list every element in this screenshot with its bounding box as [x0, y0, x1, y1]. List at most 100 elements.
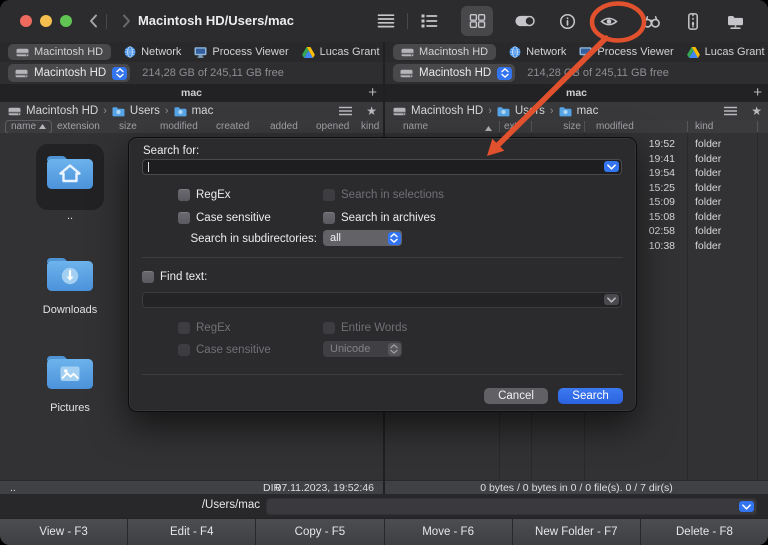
- drive-selector[interactable]: Macintosh HD: [393, 64, 515, 82]
- tab-lucas-grant[interactable]: Lucas Grant: [687, 46, 765, 58]
- cell-kind: folder: [695, 153, 721, 165]
- binoculars-icon[interactable]: [641, 9, 661, 33]
- breadcrumb-item[interactable]: mac: [577, 105, 599, 117]
- add-tab-button[interactable]: +: [368, 84, 377, 102]
- breadcrumb-item[interactable]: mac: [192, 105, 214, 117]
- file-manager-window: Macintosh HD/Users/mac Macintosh HD Netwo…: [0, 0, 768, 545]
- column-divider[interactable]: [531, 121, 532, 132]
- fkey-button-f4[interactable]: Edit - F4: [128, 519, 256, 545]
- view-menu-icon[interactable]: [339, 106, 352, 116]
- column-header-ext[interactable]: ext: [504, 121, 517, 132]
- fkey-button-f5[interactable]: Copy - F5: [256, 519, 384, 545]
- minimize-button[interactable]: [40, 15, 52, 27]
- command-history-button[interactable]: [739, 501, 754, 512]
- column-header-extension[interactable]: extension: [57, 121, 100, 132]
- tab-network[interactable]: Network: [509, 46, 566, 58]
- case-sensitive-checkbox[interactable]: [178, 212, 190, 224]
- fkey-button-f3[interactable]: View - F3: [0, 519, 128, 545]
- cell-kind: folder: [695, 182, 721, 194]
- column-header-size[interactable]: size: [119, 121, 137, 132]
- pictures-folder-icon[interactable]: [44, 350, 96, 392]
- globe-icon: [509, 46, 521, 58]
- back-button[interactable]: [88, 13, 100, 29]
- column-header-created[interactable]: created: [216, 121, 249, 132]
- favorites-star-icon[interactable]: ★: [366, 105, 377, 117]
- tab-macintosh-hd[interactable]: Macintosh HD: [393, 44, 496, 60]
- drive-selector-value: Macintosh HD: [34, 67, 106, 79]
- zoom-button[interactable]: [60, 15, 72, 27]
- tab-bar-left: Macintosh HD Network Process Viewer Lucas G…: [0, 42, 383, 62]
- breadcrumb-item[interactable]: Users: [515, 105, 545, 117]
- find-text-input[interactable]: [142, 292, 622, 308]
- column-divider[interactable]: [687, 121, 688, 132]
- column-header-modified[interactable]: modified: [160, 121, 198, 132]
- tab-network[interactable]: Network: [124, 46, 181, 58]
- folder-tab-title[interactable]: mac: [0, 87, 383, 99]
- drive-icon: [15, 68, 28, 79]
- column-divider[interactable]: [757, 121, 758, 132]
- downloads-folder-icon[interactable]: [44, 252, 96, 294]
- info-icon[interactable]: [557, 9, 577, 33]
- tab-label: Process Viewer: [212, 46, 288, 58]
- search-in-selections-checkbox: [323, 189, 335, 201]
- column-header-added[interactable]: added: [270, 121, 298, 132]
- breadcrumb-item[interactable]: Users: [130, 105, 160, 117]
- archive-zipper-icon[interactable]: [683, 9, 703, 33]
- file-item-label[interactable]: Downloads: [20, 304, 120, 316]
- search-dialog: Search for: RegEx Search in selections C…: [128, 137, 637, 412]
- add-tab-button[interactable]: +: [753, 84, 762, 102]
- search-history-button[interactable]: [604, 161, 619, 172]
- fkey-button-f7[interactable]: New Folder - F7: [513, 519, 641, 545]
- command-path-label: /Users/mac: [140, 499, 260, 511]
- regex-checkbox[interactable]: [178, 189, 190, 201]
- cancel-button[interactable]: Cancel: [484, 388, 548, 404]
- cell-kind: folder: [695, 225, 721, 237]
- search-for-input[interactable]: [142, 159, 622, 175]
- column-header-name[interactable]: name: [403, 121, 428, 132]
- tab-process-viewer[interactable]: Process Viewer: [579, 46, 673, 58]
- fkey-button-f6[interactable]: Move - F6: [385, 519, 513, 545]
- column-header-modified[interactable]: modified: [596, 121, 634, 132]
- column-header-kind[interactable]: kind: [361, 121, 379, 132]
- fkey-button-f8[interactable]: Delete - F8: [641, 519, 768, 545]
- column-divider[interactable]: [584, 121, 585, 132]
- search-in-archives-checkbox[interactable]: [323, 212, 335, 224]
- eye-icon[interactable]: [599, 9, 619, 33]
- subdirectories-dropdown[interactable]: all: [323, 230, 402, 246]
- tab-process-viewer[interactable]: Process Viewer: [194, 46, 288, 58]
- breadcrumb-right: Macintosh HD›Users›mac★: [385, 102, 768, 120]
- search-button[interactable]: Search: [558, 388, 623, 404]
- favorites-star-icon[interactable]: ★: [751, 105, 762, 117]
- breadcrumb-item[interactable]: Macintosh HD: [26, 105, 98, 117]
- menu-icon[interactable]: [376, 9, 396, 33]
- column-headers-right: name ext size modified kind: [385, 120, 768, 134]
- monitor-icon: [194, 46, 207, 58]
- command-input[interactable]: [266, 498, 757, 515]
- file-item-label[interactable]: ..: [20, 210, 120, 222]
- column-header-size[interactable]: size: [553, 121, 581, 132]
- network-share-icon[interactable]: [725, 9, 745, 33]
- column-header-kind[interactable]: kind: [695, 121, 713, 132]
- column-divider[interactable]: [499, 121, 500, 132]
- folder-icon: [497, 106, 510, 117]
- tab-macintosh-hd[interactable]: Macintosh HD: [8, 44, 111, 60]
- breadcrumb-separator: ›: [550, 105, 554, 117]
- find-text-label: Find text:: [160, 271, 207, 283]
- find-text-checkbox[interactable]: [142, 271, 154, 283]
- home-folder-icon[interactable]: [44, 150, 96, 192]
- view-menu-icon[interactable]: [724, 106, 737, 116]
- column-header-opened[interactable]: opened: [316, 121, 349, 132]
- toggle-icon[interactable]: [515, 9, 535, 33]
- grid-view-icon[interactable]: [461, 6, 493, 36]
- close-button[interactable]: [20, 15, 32, 27]
- breadcrumb-item[interactable]: Macintosh HD: [411, 105, 483, 117]
- folder-tab-title[interactable]: mac: [385, 87, 768, 99]
- drive-selector[interactable]: Macintosh HD: [8, 64, 130, 82]
- column-header-name[interactable]: name: [5, 120, 52, 134]
- breadcrumb-left: Macintosh HD›Users›mac★: [0, 102, 383, 120]
- sort-asc-icon: [39, 121, 46, 132]
- list-view-icon[interactable]: [419, 9, 439, 33]
- file-item-label[interactable]: Pictures: [20, 402, 120, 414]
- tab-lucas-grant[interactable]: Lucas Grant: [302, 46, 380, 58]
- cell-kind: folder: [695, 196, 721, 208]
